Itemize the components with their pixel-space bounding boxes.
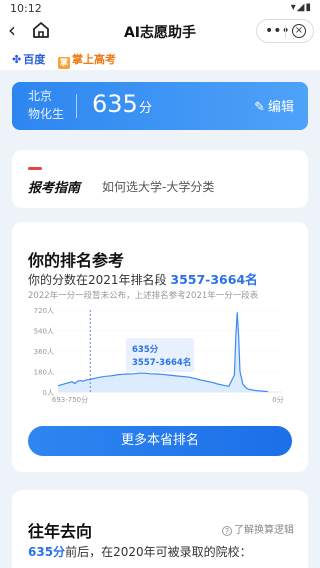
home-icon[interactable] xyxy=(32,21,50,39)
status-icons: ▾◢▮ xyxy=(290,2,312,13)
baidu-logo: ✤ 百度 xyxy=(12,51,45,67)
help-label: 了解换算逻辑 xyxy=(234,525,294,536)
zsgk-logo: 掌掌上高考 xyxy=(58,51,116,69)
guide-card[interactable]: 报考指南 如何选大学-大学分类 xyxy=(12,150,308,208)
tooltip-rank: 3557-3664名 xyxy=(132,357,191,368)
help-link[interactable]: ? 了解换算逻辑 xyxy=(222,521,294,536)
close-icon[interactable]: × xyxy=(292,24,306,38)
zsgk-logo-icon: 掌 xyxy=(58,57,70,69)
rank-distribution-chart: 720人540人360人180人0人693-750分 0分635分3557-366… xyxy=(34,307,284,404)
score-subjects: 物化生 xyxy=(28,107,65,121)
score-unit: 分 xyxy=(139,101,153,116)
edit-button[interactable]: ✎ 编辑 xyxy=(254,96,294,115)
guide-accent-bar xyxy=(28,167,42,170)
brand-bar: ✤ 百度 掌掌上高考 xyxy=(0,46,320,70)
rank-range: 3557-3664名 xyxy=(170,272,258,287)
guide-title: 报考指南 xyxy=(28,181,81,196)
pencil-icon: ✎ xyxy=(254,100,265,115)
score-region: 北京 xyxy=(28,89,53,103)
status-time: 10:12 xyxy=(10,2,42,15)
nav-bar: ‹ AI志愿助手 ••• × xyxy=(0,16,320,46)
tooltip-score: 635分 xyxy=(132,344,159,355)
zsgk-label: 掌上高考 xyxy=(72,53,116,66)
rank-card: 你的排名参考 你的分数在2021年排名段 3557-3664名 2022年一分一… xyxy=(12,222,308,472)
past-card: 往年去向 ? 了解换算逻辑 635分前后，在2020年可被录取的院校： xyxy=(12,490,308,568)
y-tick-label: 720人 xyxy=(34,307,54,315)
rank-note: 2022年一分一段暂未公布，上述排名参考2021年一分一段表 xyxy=(28,291,259,301)
capsule-divider xyxy=(285,25,286,38)
y-tick-label: 180人 xyxy=(34,369,54,377)
more-rank-button[interactable]: 更多本省排名 xyxy=(28,426,292,456)
score-value: 635 xyxy=(92,90,138,118)
x-end-label: 0分 xyxy=(272,395,283,404)
more-icon[interactable]: ••• xyxy=(265,23,290,39)
rank-line: 你的分数在2021年排名段 3557-3664名 xyxy=(28,269,258,288)
edit-label: 编辑 xyxy=(267,100,294,115)
y-tick-label: 360人 xyxy=(34,348,54,356)
score-divider xyxy=(76,94,77,118)
score-card: 北京 物化生 635 分 ✎ 编辑 xyxy=(12,82,308,130)
y-tick-label: 540人 xyxy=(34,328,54,336)
back-icon[interactable]: ‹ xyxy=(8,19,28,41)
past-line: 635分前后，在2020年可被录取的院校： xyxy=(28,543,252,560)
question-icon: ? xyxy=(222,526,232,536)
paw-icon: ✤ xyxy=(12,53,22,66)
rank-title: 你的排名参考 xyxy=(28,251,125,270)
status-bar: 10:12 ▾◢▮ xyxy=(0,0,320,16)
past-title: 往年去向 xyxy=(28,522,93,541)
guide-link[interactable]: 如何选大学-大学分类 xyxy=(102,178,214,195)
rank-line-prefix: 你的分数在2021年排名段 xyxy=(28,273,167,287)
mini-program-capsule: ••• × xyxy=(256,19,314,43)
x-start-label: 693-750分 xyxy=(52,395,88,404)
past-line-text: 前后，在2020年可被录取的院校： xyxy=(65,545,252,559)
past-score: 635分 xyxy=(28,545,66,559)
baidu-label: 百度 xyxy=(23,53,46,66)
